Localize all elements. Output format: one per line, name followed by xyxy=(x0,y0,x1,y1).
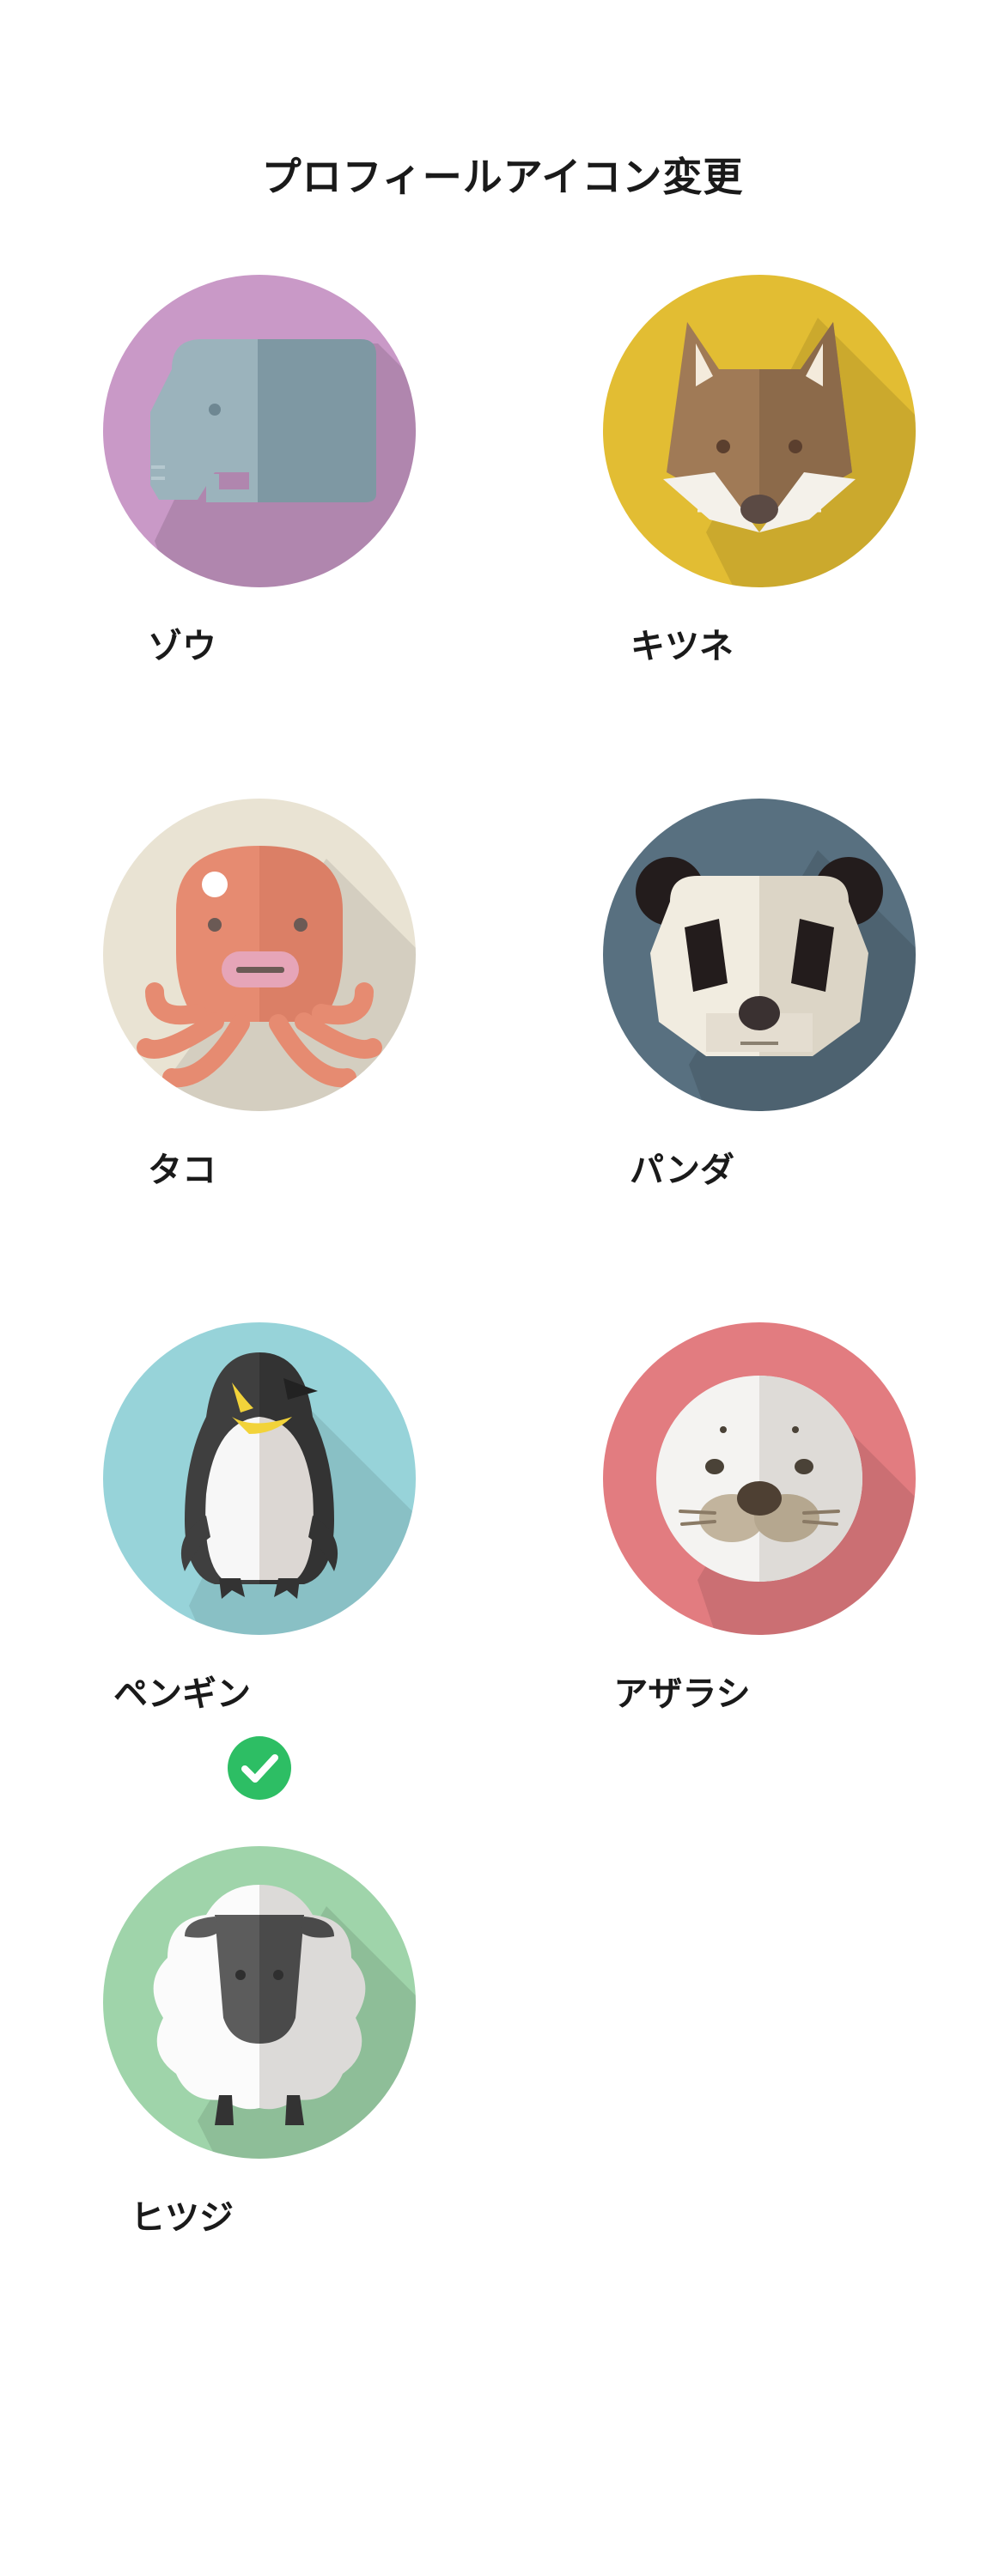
penguin-icon xyxy=(103,1322,416,1635)
icon-option-fox[interactable]: キツネ xyxy=(526,275,916,704)
icon-option-sheep[interactable]: ヒツジ xyxy=(26,1846,416,2275)
icon-option-panda[interactable]: パンダ xyxy=(526,799,916,1228)
sheep-icon xyxy=(103,1846,416,2159)
icon-option-octopus[interactable]: タコ xyxy=(26,799,416,1228)
icon-label: ペンギン xyxy=(113,1674,251,1714)
fox-icon xyxy=(603,275,916,587)
icon-label: パンダ xyxy=(630,1151,734,1190)
selected-check-icon xyxy=(228,1736,291,1800)
icon-label: アザラシ xyxy=(613,1674,751,1714)
octopus-icon xyxy=(103,799,416,1111)
icon-label: タコ xyxy=(148,1151,216,1190)
icon-option-seal[interactable]: アザラシ xyxy=(526,1322,916,1752)
icon-option-penguin[interactable]: ペンギン xyxy=(26,1322,416,1752)
icon-option-elephant[interactable]: ゾウ xyxy=(26,275,416,704)
elephant-icon xyxy=(103,275,416,587)
page-title: プロフィールアイコン変更 xyxy=(261,154,744,200)
icon-label: キツネ xyxy=(630,627,734,666)
panda-icon xyxy=(603,799,916,1111)
icon-label: ゾウ xyxy=(148,627,216,666)
icon-label: ヒツジ xyxy=(131,2198,234,2238)
seal-icon xyxy=(603,1322,916,1635)
